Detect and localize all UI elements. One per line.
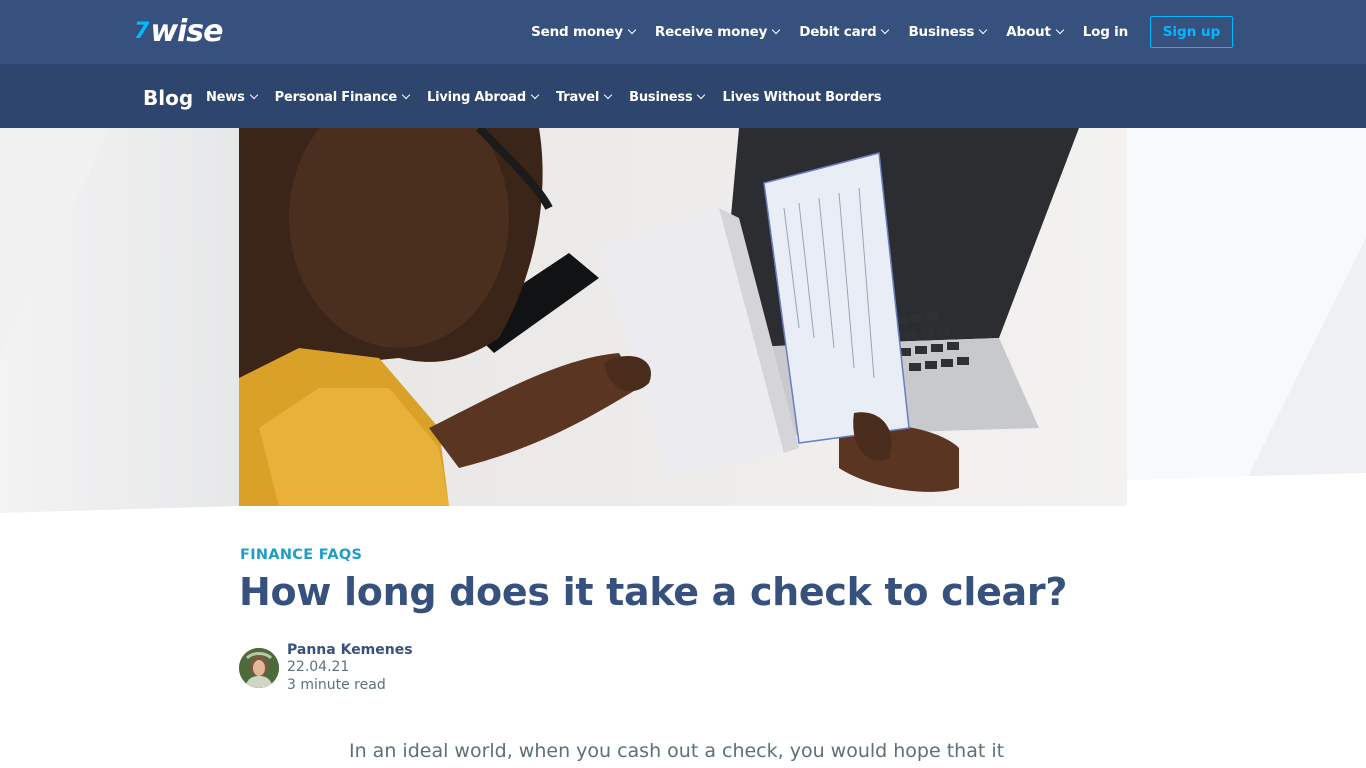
chevron-down-icon <box>1055 25 1064 35</box>
wise-flag-icon: 7 <box>134 18 149 44</box>
nav-label: Lives Without Borders <box>722 89 882 105</box>
nav-receive-money[interactable]: Receive money <box>654 24 781 40</box>
read-time: 3 minute read <box>287 677 386 693</box>
nav-label: Debit card <box>799 24 877 40</box>
chevron-down-icon <box>771 25 781 35</box>
nav-label: Business <box>629 89 693 105</box>
nav-send-money[interactable]: Send money <box>531 24 637 40</box>
login-link[interactable]: Log in <box>1083 24 1128 40</box>
chevron-down-icon <box>979 25 988 35</box>
blog-nav-living-abroad[interactable]: Living Abroad <box>427 89 540 105</box>
chevron-down-icon <box>603 90 613 100</box>
nav-business[interactable]: Business <box>908 24 988 40</box>
chevron-down-icon <box>401 90 411 100</box>
chevron-down-icon <box>530 90 540 100</box>
author-name[interactable]: Panna Kemenes <box>287 642 413 658</box>
signup-button[interactable]: Sign up <box>1150 16 1233 48</box>
nav-label: About <box>1006 24 1051 40</box>
chevron-down-icon <box>881 25 890 35</box>
blog-nav-personal-finance[interactable]: Personal Finance <box>274 89 411 105</box>
chevron-down-icon <box>627 25 637 35</box>
nav-about[interactable]: About <box>1006 24 1064 40</box>
article-intro: In an ideal world, when you cash out a c… <box>349 740 1005 762</box>
wise-logo[interactable]: 7 wise <box>134 13 224 49</box>
nav-label: Business <box>908 24 975 40</box>
blog-home-link[interactable]: Blog <box>143 86 193 110</box>
blog-nav-news[interactable]: News <box>206 89 258 105</box>
logo-text: wise <box>150 13 223 49</box>
blog-nav-lives-without-borders[interactable]: Lives Without Borders <box>722 90 881 105</box>
blog-nav: News Personal Finance Living Abroad Trav… <box>206 87 899 107</box>
nav-debit-card[interactable]: Debit card <box>799 24 890 40</box>
nav-label: News <box>206 89 245 105</box>
publish-date: 22.04.21 <box>287 659 350 675</box>
main-nav: Send money Receive money Debit card Busi… <box>531 16 1233 48</box>
nav-label: Receive money <box>654 24 768 40</box>
chevron-down-icon <box>249 90 258 100</box>
avatar-image <box>239 648 279 688</box>
nav-label: Travel <box>556 89 600 105</box>
blog-nav-travel[interactable]: Travel <box>556 89 613 105</box>
article-category[interactable]: FINANCE FAQS <box>240 547 362 563</box>
blog-nav-business[interactable]: Business <box>629 89 706 105</box>
nav-label: Personal Finance <box>274 89 398 105</box>
chevron-down-icon <box>697 90 706 100</box>
hero-image <box>239 128 1127 506</box>
author-avatar[interactable] <box>239 648 279 688</box>
nav-label: Living Abroad <box>427 89 526 105</box>
article-title: How long does it take a check to clear? <box>239 570 1068 614</box>
nav-label: Send money <box>531 24 623 40</box>
